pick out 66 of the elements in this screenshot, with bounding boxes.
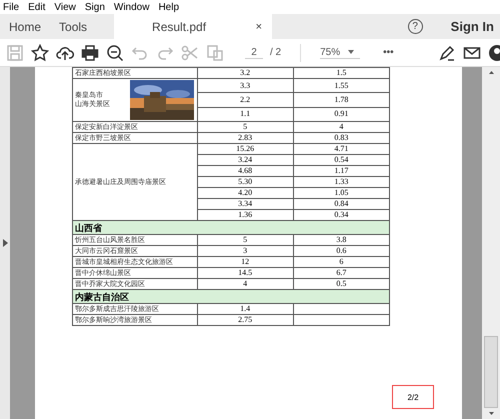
table-cell: 4.20 (197, 188, 294, 198)
table-cell: 山西省 (72, 220, 390, 234)
scroll-up-icon[interactable] (488, 71, 494, 74)
star-icon[interactable] (31, 44, 49, 62)
table-cell: 1.1 (197, 107, 294, 122)
table-cell: 1.05 (334, 188, 348, 197)
table-cell: 14.5 (197, 268, 294, 278)
scrollbar-thumb[interactable] (484, 336, 498, 408)
menu-item[interactable]: View (54, 2, 76, 12)
table-cell: 1.33 (334, 177, 348, 186)
table-cell: 1.55 (334, 80, 348, 90)
menu-item[interactable]: Edit (28, 2, 46, 12)
page-count: / 2 (270, 47, 282, 58)
table-cell: 3.3 (197, 78, 294, 93)
tab[interactable]: Home (0, 14, 50, 39)
menu-item[interactable]: File (3, 2, 20, 12)
scroll-down-icon[interactable] (488, 412, 494, 415)
page-number-field[interactable]: 2 (245, 46, 263, 58)
table-cell: 4 (339, 122, 344, 131)
sign-in-link[interactable]: Sign In (450, 19, 494, 34)
table-cell: 4.68 (197, 166, 294, 176)
page-label: 2/2 (392, 385, 434, 409)
table-cell: 3 (197, 246, 294, 256)
more-button[interactable]: ••• (383, 47, 394, 58)
table-cell: 0.34 (334, 210, 348, 219)
caret-icon (348, 50, 354, 54)
table-cell: 1.17 (334, 166, 348, 175)
menu-item[interactable]: Sign (84, 2, 105, 12)
table-cell: 6.7 (336, 268, 346, 277)
table-cell: 2.83 (197, 132, 294, 144)
table-cell: 0.6 (336, 246, 346, 255)
close-icon[interactable]: × (256, 20, 262, 32)
help-icon[interactable]: ? (408, 19, 423, 34)
table-cell: 1.5 (336, 68, 346, 77)
table-cell: 内蒙古自治区 (72, 290, 390, 304)
table-cell: 4.71 (334, 144, 348, 153)
menu-item[interactable]: Help (158, 2, 180, 12)
scrollbar[interactable] (482, 67, 500, 419)
table-cell: 12 (197, 256, 294, 268)
table-cell: 3.2 (197, 68, 294, 78)
tab[interactable]: Tools (50, 14, 96, 39)
pen-icon[interactable] (438, 44, 456, 62)
table-cell: 3.34 (197, 198, 294, 210)
table-cell: 0.84 (334, 199, 348, 208)
table-cell: 5 (197, 122, 294, 132)
table-cell: 3.24 (197, 154, 294, 166)
table-cell: 2.2 (197, 92, 294, 108)
table-cell: 0.83 (334, 133, 348, 142)
table-cell: 15.26 (197, 144, 294, 154)
table-cell: 1.78 (334, 94, 348, 104)
table-cell: 0.54 (334, 155, 348, 164)
menu-item[interactable]: Window (114, 2, 150, 12)
table-cell: 0.91 (334, 109, 348, 118)
zoom-out-icon[interactable] (106, 44, 124, 62)
table-cell: 2.75 (197, 314, 294, 326)
table-cell: 6 (339, 257, 344, 266)
table-cell: 0.5 (336, 279, 346, 288)
tab[interactable]: Result.pdf × (114, 14, 272, 39)
table-cell: 3.8 (336, 235, 346, 244)
expand-arrow-icon[interactable] (3, 239, 8, 247)
table-cell: 1.4 (197, 304, 294, 314)
table-cell: 5 (197, 234, 294, 246)
zoom-dropdown[interactable]: 75% (320, 46, 360, 58)
user-icon[interactable] (488, 44, 500, 62)
table-cell: 5.30 (197, 176, 294, 188)
print-icon[interactable] (81, 44, 99, 62)
